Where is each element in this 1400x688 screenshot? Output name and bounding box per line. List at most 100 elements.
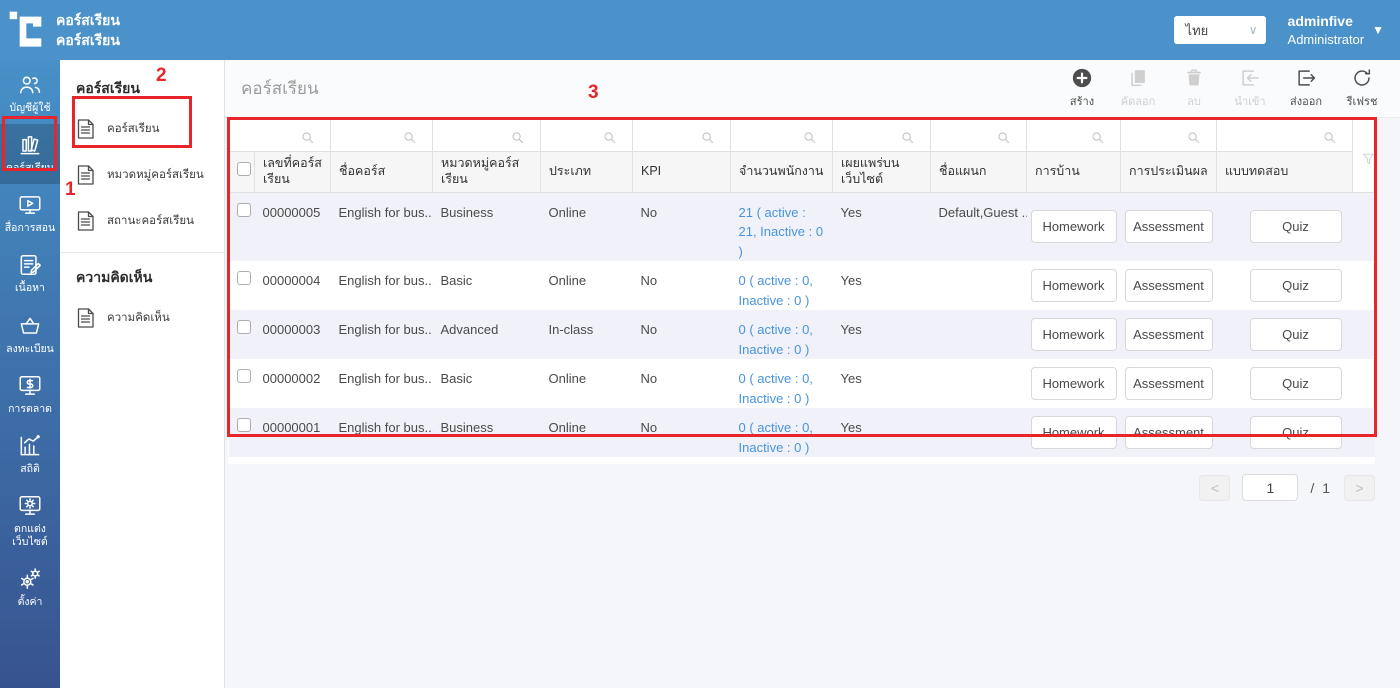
- sidebar-item-marketing-monitor[interactable]: การตลาด: [0, 365, 60, 425]
- column-filter-input[interactable]: [930, 119, 1027, 152]
- pagination: < / 1 >: [225, 474, 1375, 501]
- category-cell: Business: [432, 408, 541, 457]
- column-filter-input[interactable]: [1216, 119, 1353, 152]
- quiz-button[interactable]: Quiz: [1249, 367, 1342, 400]
- prev-page-button[interactable]: <: [1199, 474, 1231, 501]
- subsidebar-section-title: ความคิดเห็น: [76, 269, 153, 285]
- employees-link[interactable]: 0 ( active : 0, Inactive : 0 ): [731, 359, 833, 408]
- trash-icon: [1183, 67, 1205, 89]
- homework-button[interactable]: Homework: [1030, 210, 1117, 244]
- sidebar-item-books[interactable]: คอร์สเรียน: [0, 124, 60, 185]
- kpi-cell: No: [632, 408, 731, 457]
- quiz-button-cell: Quiz: [1216, 408, 1375, 457]
- filter-funnel-button[interactable]: [1352, 119, 1375, 193]
- assessment-button[interactable]: Assessment: [1124, 269, 1213, 302]
- assessment-button-cell: Assessment: [1120, 310, 1217, 359]
- column-filter-input[interactable]: [330, 119, 433, 152]
- row-checkbox[interactable]: [236, 202, 251, 217]
- quiz-button[interactable]: Quiz: [1249, 416, 1342, 449]
- column-header[interactable]: การบ้าน: [1026, 150, 1121, 193]
- sidebar-item-statistics-chart[interactable]: สถิติ: [0, 425, 60, 485]
- column-header[interactable]: ชื่อคอร์ส: [330, 150, 433, 193]
- main-header: คอร์สเรียน สร้าง คัดลอก ลบ นำเข้า ส่งออก รีเฟ…: [225, 60, 1400, 118]
- page-number-input[interactable]: [1242, 474, 1299, 501]
- column-header[interactable]: KPI: [632, 150, 731, 193]
- column-header[interactable]: เผยแพร่บนเว็บไซต์: [832, 150, 931, 193]
- column-filter-input[interactable]: [632, 119, 731, 152]
- type-cell: Online: [540, 408, 633, 457]
- employees-link[interactable]: 0 ( active : 0, Inactive : 0 ): [731, 261, 833, 310]
- row-checkbox-cell: [228, 408, 255, 457]
- row-checkbox[interactable]: [236, 271, 251, 285]
- column-header[interactable]: การประเมินผล: [1120, 150, 1217, 193]
- quiz-button[interactable]: Quiz: [1249, 318, 1342, 351]
- column-header[interactable]: จำนวนพนักงาน: [730, 150, 833, 193]
- content-edit-icon: [17, 252, 43, 278]
- column-filter-input[interactable]: [832, 119, 931, 152]
- language-select[interactable]: ไทย ∨: [1173, 16, 1266, 44]
- select-all-checkbox[interactable]: [237, 162, 251, 177]
- export-button[interactable]: ส่งออก: [1280, 67, 1332, 110]
- assessment-button[interactable]: Assessment: [1124, 416, 1213, 449]
- subsidebar-item[interactable]: สถานะคอร์สเรียน: [60, 198, 224, 244]
- subsidebar-item[interactable]: คอร์สเรียน: [60, 106, 224, 152]
- homework-button[interactable]: Homework: [1030, 367, 1117, 400]
- next-page-button[interactable]: >: [1344, 474, 1375, 501]
- toolbar-button-label: นำเข้า: [1234, 96, 1266, 108]
- sidebar-item-media-player[interactable]: สื่อการสอน: [0, 184, 60, 244]
- assessment-button-cell: Assessment: [1120, 408, 1217, 457]
- column-filter-input[interactable]: [540, 119, 633, 152]
- sidebar-item-basket[interactable]: ลงทะเบียน: [0, 305, 60, 365]
- subsidebar-item[interactable]: ความคิดเห็น: [60, 295, 224, 341]
- refresh-icon: [1351, 67, 1373, 89]
- course-number-cell: 00000003: [254, 310, 331, 359]
- column-header[interactable]: แบบทดสอบ: [1216, 150, 1353, 193]
- sidebar-item-website-customize[interactable]: ตกแต่งเว็บไซต์: [0, 485, 60, 558]
- employees-link[interactable]: 21 ( active : 21, Inactive : 0 ): [730, 192, 833, 261]
- trash-button: ลบ: [1168, 67, 1220, 110]
- column-filter-input[interactable]: [1120, 119, 1217, 152]
- assessment-button[interactable]: Assessment: [1124, 318, 1213, 351]
- create-plus-button[interactable]: สร้าง: [1056, 67, 1108, 110]
- quiz-button[interactable]: Quiz: [1249, 210, 1342, 244]
- column-header[interactable]: ชื่อแผนก: [930, 150, 1027, 193]
- row-checkbox[interactable]: [236, 418, 251, 432]
- user-menu[interactable]: adminfive Administrator: [1288, 12, 1365, 48]
- row-checkbox-cell: [229, 261, 255, 310]
- column-filter-input[interactable]: [228, 119, 331, 152]
- row-checkbox[interactable]: [236, 320, 251, 334]
- subsidebar-item[interactable]: หมวดหมู่คอร์สเรียน: [60, 152, 224, 198]
- column-header[interactable]: ประเภท: [540, 150, 633, 193]
- employees-link[interactable]: 0 ( active : 0, Inactive : 0 ): [730, 408, 833, 457]
- course-number-cell: 00000005: [254, 192, 331, 261]
- kpi-cell: No: [632, 310, 731, 359]
- quiz-button-cell: Quiz: [1216, 310, 1375, 359]
- sidebar-item-gears[interactable]: ตั้งค่า: [0, 558, 60, 618]
- quiz-button[interactable]: Quiz: [1249, 269, 1342, 302]
- published-cell: Yes: [840, 371, 862, 386]
- employees-link[interactable]: 0 ( active : 0, Inactive : 0 ): [730, 310, 833, 359]
- column-header[interactable]: เลขที่คอร์สเรียน: [254, 150, 331, 193]
- filter-row: [228, 119, 1375, 193]
- homework-button[interactable]: Homework: [1030, 269, 1117, 302]
- homework-button[interactable]: Homework: [1030, 318, 1117, 351]
- subsidebar-item-label: ความคิดเห็น: [107, 312, 170, 324]
- refresh-button[interactable]: รีเฟรช: [1336, 67, 1388, 110]
- users-icon: [17, 72, 43, 98]
- column-header[interactable]: หมวดหมู่คอร์สเรียน: [432, 150, 541, 193]
- sidebar-item-content-edit[interactable]: เนื้อหา: [0, 244, 60, 304]
- column-filter-input[interactable]: [730, 119, 833, 152]
- assessment-button[interactable]: Assessment: [1124, 210, 1213, 244]
- category-cell: Basic: [440, 371, 473, 386]
- homework-button[interactable]: Homework: [1030, 416, 1117, 449]
- caret-down-icon[interactable]: ▼: [1372, 23, 1384, 37]
- search-icon: [402, 130, 417, 151]
- assessment-button[interactable]: Assessment: [1124, 367, 1213, 400]
- subsidebar-item-label: คอร์สเรียน: [107, 123, 160, 135]
- row-checkbox[interactable]: [236, 369, 251, 383]
- subsidebar-item-label: สถานะคอร์สเรียน: [107, 215, 194, 227]
- sidebar-item-users[interactable]: บัญชีผู้ใช้: [0, 64, 60, 124]
- column-filter-input[interactable]: [1026, 119, 1121, 152]
- department-cell: [930, 310, 1027, 359]
- column-filter-input[interactable]: [432, 119, 541, 152]
